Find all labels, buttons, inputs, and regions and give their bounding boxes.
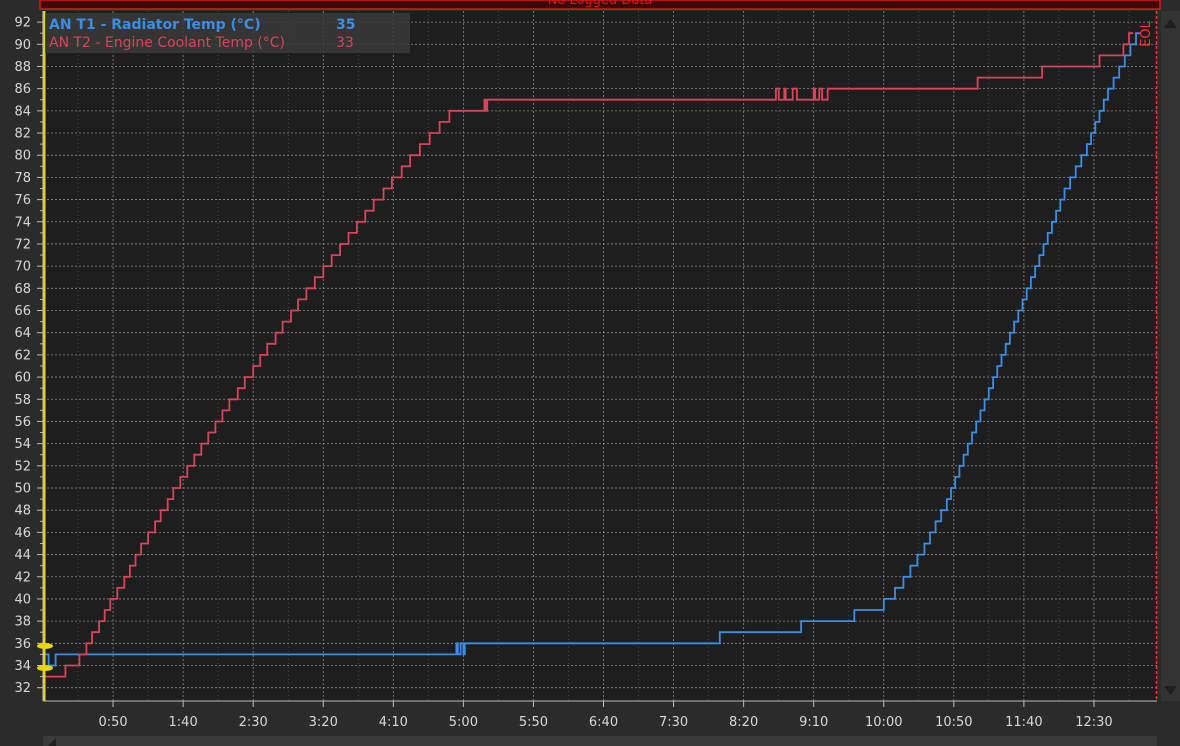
legend-value-coolant: 33: [336, 35, 354, 51]
y-tick-label: 62: [14, 348, 31, 363]
x-tick-label: 7:30: [659, 715, 688, 730]
y-tick-label: 48: [14, 504, 31, 519]
x-tick-label: 0:50: [98, 715, 127, 730]
y-tick-label: 34: [14, 659, 31, 674]
no-data-banner-text: No Logged Data: [548, 0, 653, 8]
y-tick-label: 78: [14, 171, 31, 186]
y-tick-label: 88: [14, 60, 31, 75]
y-tick-label: 46: [14, 526, 31, 541]
y-tick-label: 52: [14, 459, 31, 474]
x-tick-label: 3:20: [309, 715, 338, 730]
x-tick-label: 9:10: [799, 715, 828, 730]
x-tick-label: 10:00: [865, 715, 902, 730]
y-tick-label: 36: [14, 637, 31, 652]
x-tick-label: 6:40: [589, 715, 618, 730]
x-tick-label: 2:30: [239, 715, 268, 730]
y-tick-label: 44: [14, 548, 31, 563]
y-axis: 32 34 36 38 40 42 44 46 48 50 52 54 56 58 60 62 64 66 68 70…: [14, 11, 44, 701]
x-tick-label: 1:40: [169, 715, 198, 730]
x-tick-label: 5:00: [449, 715, 478, 730]
y-tick-label: 60: [14, 371, 31, 386]
y-tick-label: 66: [14, 304, 31, 319]
chart: No Logged Data 32 34 36 38 40 42 44 46 48 50 52 54 5…: [14, 0, 1180, 746]
cursor-marker-series1: [37, 643, 53, 649]
y-tick-label: 86: [14, 82, 31, 97]
end-of-log-label: EOL: [1139, 20, 1154, 46]
x-tick-label: 10:50: [935, 715, 972, 730]
legend-label-coolant: AN T2 - Engine Coolant Temp (°C): [49, 35, 285, 51]
y-tick-label: 42: [14, 570, 31, 585]
plot-area: [43, 11, 1157, 701]
y-tick-label: 92: [14, 16, 31, 31]
vertical-scrollbar[interactable]: [1161, 11, 1180, 701]
legend-value-radiator: 35: [336, 17, 355, 33]
x-tick-label: 11:40: [1005, 715, 1042, 730]
y-tick-label: 32: [14, 681, 31, 696]
y-tick-label: 76: [14, 193, 31, 208]
cursor-marker-series2: [37, 665, 53, 671]
x-tick-label: 8:20: [729, 715, 758, 730]
y-tick-label: 72: [14, 237, 31, 252]
horizontal-scrollbar[interactable]: [43, 736, 1157, 746]
y-tick-label: 90: [14, 38, 31, 53]
y-tick-label: 80: [14, 149, 31, 164]
y-tick-label: 58: [14, 393, 31, 408]
legend-label-radiator: AN T1 - Radiator Temp (°C): [49, 17, 261, 33]
y-tick-label: 56: [14, 415, 31, 430]
y-tick-label: 50: [14, 482, 31, 497]
y-tick-label: 38: [14, 615, 31, 630]
y-tick-label: 68: [14, 282, 31, 297]
y-tick-label: 70: [14, 260, 31, 275]
y-tick-label: 64: [14, 326, 31, 341]
y-tick-label: 82: [14, 127, 31, 142]
x-tick-label: 12:30: [1075, 715, 1112, 730]
y-tick-label: 74: [14, 215, 31, 230]
y-tick-label: 84: [14, 104, 31, 119]
x-axis: 0:50 1:40 2:30 3:20 4:10 5:00 5:50 6:40 7:30 8:20…: [43, 700, 1157, 730]
y-tick-label: 40: [14, 592, 31, 607]
x-tick-label: 5:50: [519, 715, 548, 730]
y-tick-label: 54: [14, 437, 31, 452]
x-tick-label: 4:10: [379, 715, 408, 730]
